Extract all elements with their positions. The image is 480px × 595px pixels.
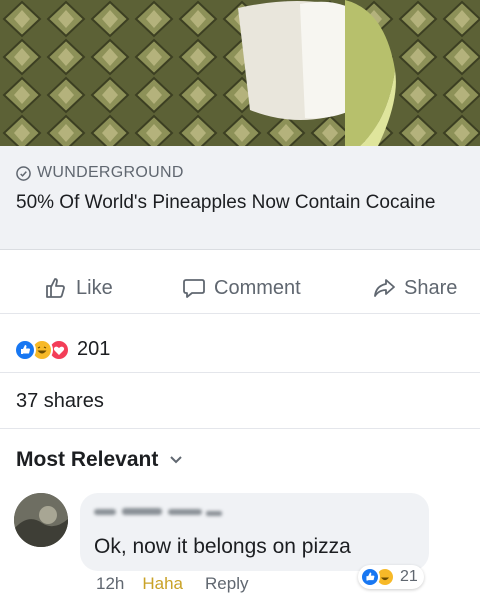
comment-button[interactable]: Comment (182, 276, 301, 300)
comment-reply-link[interactable]: Reply (205, 574, 248, 594)
commenter-name-blurred[interactable] (94, 505, 224, 519)
comment-meta: 12h Haha Reply (96, 574, 248, 594)
comment-reactions[interactable]: 21 (358, 565, 424, 589)
sort-label: Most Relevant (16, 448, 159, 471)
link-source-label: WUNDERGROUND (37, 164, 184, 181)
comment-reaction-count: 21 (400, 568, 418, 585)
article-image[interactable] (0, 0, 480, 146)
comment-bubble: Ok, now it belongs on pizza (80, 493, 429, 571)
chevron-down-icon (170, 456, 183, 464)
like-label: Like (76, 276, 113, 299)
comment-timestamp[interactable]: 12h (96, 574, 124, 594)
link-source: WUNDERGROUND (16, 164, 184, 182)
divider (0, 372, 480, 373)
reactions-summary[interactable]: 201 (14, 338, 110, 361)
comment-haha-link[interactable]: Haha (142, 574, 183, 594)
comment-sort-dropdown[interactable]: Most Relevant (16, 448, 183, 472)
verified-check-icon (16, 165, 31, 181)
divider (0, 428, 480, 429)
avatar-photo (14, 493, 68, 547)
thumbs-up-icon (46, 278, 65, 298)
comment-text: Ok, now it belongs on pizza (94, 535, 351, 558)
pineapple-illustration (0, 0, 480, 146)
like-button[interactable]: Like (44, 276, 113, 300)
share-button[interactable]: Share (372, 276, 457, 300)
reaction-count: 201 (77, 338, 111, 360)
speech-bubble-icon (183, 279, 205, 298)
blurred-name-graphic (94, 508, 222, 516)
share-label: Share (404, 276, 458, 299)
link-preview[interactable]: WUNDERGROUND 50% Of World's Pineapples N… (0, 146, 480, 250)
shares-count[interactable]: 37 shares (16, 390, 104, 413)
post-action-bar: Like Comment Share (0, 270, 480, 314)
avatar[interactable] (14, 493, 68, 547)
like-reaction-icon (360, 567, 380, 587)
like-reaction-icon (14, 338, 36, 361)
share-arrow-icon (374, 279, 395, 297)
comment-label: Comment (214, 276, 301, 299)
link-headline[interactable]: 50% Of World's Pineapples Now Contain Co… (16, 190, 466, 215)
